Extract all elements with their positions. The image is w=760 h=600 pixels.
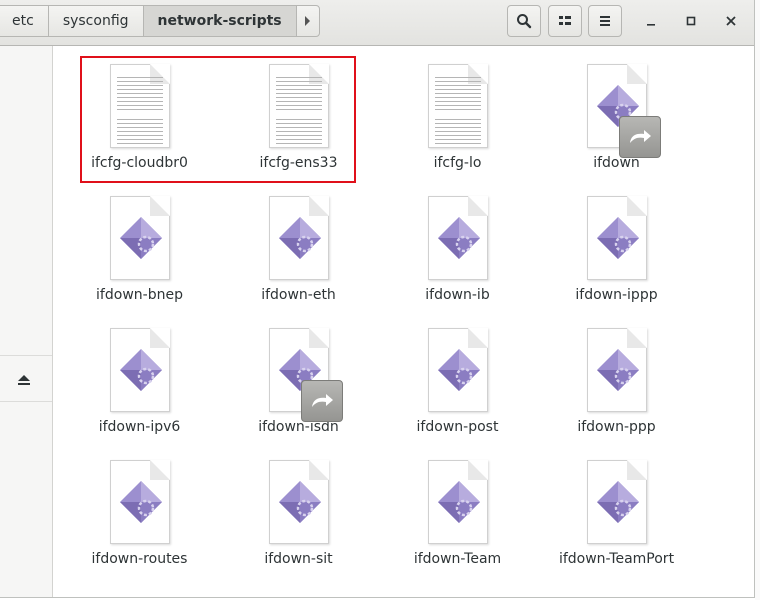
file-item[interactable]: ifdown <box>537 64 696 196</box>
file-name: ifdown-ib <box>425 287 490 303</box>
script-gem-icon <box>278 481 321 523</box>
minimize-button[interactable] <box>638 8 664 34</box>
hamburger-menu-icon <box>600 16 610 26</box>
file-item[interactable]: ifdown-Team <box>378 460 537 592</box>
file-item[interactable]: ifdown-sit <box>219 460 378 592</box>
script-file-icon <box>268 196 329 280</box>
file-item[interactable]: ifdown-isdn <box>219 328 378 460</box>
file-item[interactable]: ifdown-eth <box>219 196 378 328</box>
script-file-icon <box>586 460 647 544</box>
file-item[interactable]: ifdown-ipv6 <box>60 328 219 460</box>
minimize-icon <box>647 24 655 26</box>
close-icon <box>726 16 736 26</box>
file-grid: ifcfg-cloudbr0 ifcfg-ens33 ifcfg-lo ifdown i… <box>53 46 754 597</box>
script-gem-icon <box>437 481 480 523</box>
script-file-icon <box>109 460 170 544</box>
file-item[interactable]: ifcfg-cloudbr0 <box>60 64 219 196</box>
file-name: ifcfg-cloudbr0 <box>91 155 188 171</box>
header-bar: etc sysconfig network-scripts <box>0 0 754 46</box>
file-item[interactable]: ifdown-routes <box>60 460 219 592</box>
text-file-icon <box>109 64 170 148</box>
script-gem-icon <box>119 349 162 391</box>
file-name: ifdown-sit <box>264 551 333 567</box>
file-item[interactable]: ifdown-bnep <box>60 196 219 328</box>
script-file-icon <box>427 328 488 412</box>
script-gem-icon <box>437 217 480 259</box>
places-sidebar <box>0 46 53 597</box>
file-name: ifdown-ippp <box>575 287 658 303</box>
script-gem-icon <box>596 217 639 259</box>
symlink-badge-icon <box>300 380 343 422</box>
script-file-icon <box>268 328 343 422</box>
file-name: ifcfg-ens33 <box>259 155 338 171</box>
view-toggle-button[interactable] <box>548 5 582 37</box>
file-name: ifdown-eth <box>261 287 336 303</box>
file-item[interactable]: ifdown-ippp <box>537 196 696 328</box>
symlink-badge-icon <box>618 116 661 158</box>
file-item[interactable]: ifcfg-ens33 <box>219 64 378 196</box>
file-name: ifdown-routes <box>91 551 188 567</box>
script-file-icon <box>109 328 170 412</box>
breadcrumb-sysconfig[interactable]: sysconfig <box>47 5 144 37</box>
text-file-icon <box>427 64 488 148</box>
file-name: ifdown-ipv6 <box>98 419 181 435</box>
breadcrumb-forward-button[interactable] <box>295 5 320 37</box>
search-button[interactable] <box>507 5 541 37</box>
eject-icon <box>18 375 30 385</box>
script-file-icon <box>427 196 488 280</box>
breadcrumb-network-scripts[interactable]: network-scripts <box>142 5 297 37</box>
file-name: ifcfg-lo <box>433 155 482 171</box>
text-file-icon <box>268 64 329 148</box>
script-file-icon <box>427 460 488 544</box>
search-icon <box>517 14 532 29</box>
script-file-icon <box>586 64 661 158</box>
script-gem-icon <box>437 349 480 391</box>
script-gem-icon <box>119 481 162 523</box>
script-gem-icon <box>596 481 639 523</box>
maximize-icon <box>686 16 696 26</box>
background-terminal-edge <box>755 0 760 600</box>
file-name: ifdown-TeamPort <box>558 551 675 567</box>
file-manager-window: etc sysconfig network-scripts ifcfg-clou… <box>0 0 755 598</box>
sidebar-divider <box>0 401 52 402</box>
file-item[interactable]: ifdown-post <box>378 328 537 460</box>
file-item[interactable]: ifdown-ib <box>378 196 537 328</box>
script-gem-icon <box>119 217 162 259</box>
file-name: ifdown-Team <box>413 551 502 567</box>
script-file-icon <box>268 460 329 544</box>
menu-button[interactable] <box>588 5 622 37</box>
chevron-right-icon <box>305 16 311 26</box>
sidebar-divider <box>0 355 52 356</box>
file-name: ifdown-bnep <box>96 287 183 303</box>
script-gem-icon <box>278 217 321 259</box>
script-file-icon <box>109 196 170 280</box>
close-button[interactable] <box>718 8 744 34</box>
file-name: ifdown-ppp <box>577 419 656 435</box>
script-file-icon <box>586 196 647 280</box>
breadcrumb: etc sysconfig network-scripts <box>0 5 320 37</box>
eject-button[interactable] <box>17 374 31 390</box>
file-item[interactable]: ifcfg-lo <box>378 64 537 196</box>
breadcrumb-etc[interactable]: etc <box>0 5 49 37</box>
file-name: ifdown-post <box>416 419 499 435</box>
script-file-icon <box>586 328 647 412</box>
file-item[interactable]: ifdown-TeamPort <box>537 460 696 592</box>
maximize-button[interactable] <box>678 8 704 34</box>
grid-view-icon <box>559 16 571 25</box>
file-item[interactable]: ifdown-ppp <box>537 328 696 460</box>
script-gem-icon <box>596 349 639 391</box>
